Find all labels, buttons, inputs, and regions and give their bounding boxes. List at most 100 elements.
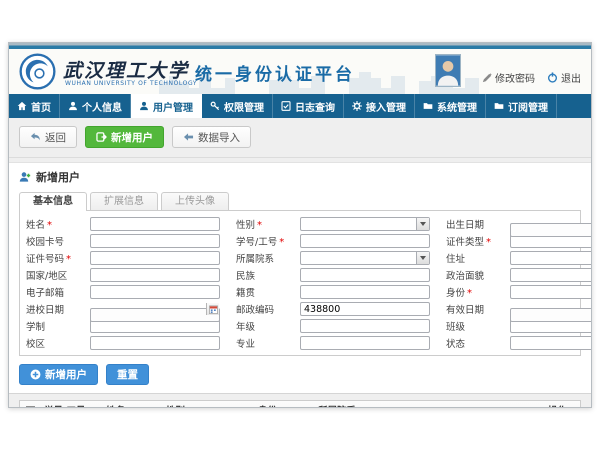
campus-input[interactable] xyxy=(90,336,220,350)
valid-date-field: 有效日期 xyxy=(446,302,592,316)
chevron-down-icon[interactable] xyxy=(416,252,429,264)
field-label: 电子邮箱 xyxy=(26,285,90,299)
tab-extended-info[interactable]: 扩展信息 xyxy=(90,192,158,210)
column-header-operation: 操作 xyxy=(544,401,580,408)
user-icon xyxy=(68,101,78,111)
email-input[interactable] xyxy=(90,285,220,299)
address-field: 住址 xyxy=(446,251,592,265)
basic-info-form: 姓名* 性别* 出生日期 校园卡号 xyxy=(19,210,581,356)
panel-title-text: 新增用户 xyxy=(36,169,80,185)
pencil-icon xyxy=(482,73,492,83)
nav-label: 订阅管理 xyxy=(508,99,548,114)
student-id-input[interactable] xyxy=(300,234,430,248)
nav-label: 首页 xyxy=(31,99,51,114)
user-table: 学号/工号 姓名 性别 身份 所属院系 操作 xyxy=(19,400,581,408)
field-label: 姓名* xyxy=(26,217,90,231)
form-actions: 新增用户 重置 xyxy=(19,364,581,385)
main-nav: 首页 个人信息 用户管理 权限管理 日志查询 接入管理 系统管理 订阅管理 xyxy=(9,94,591,118)
field-label: 校园卡号 xyxy=(26,234,90,248)
field-label: 学号/工号* xyxy=(236,234,300,248)
tab-basic-info[interactable]: 基本信息 xyxy=(19,192,87,211)
content-area: 返回 新增用户 数据导入 新增用户 基本信息 扩展信息 上传头像 xyxy=(9,118,591,408)
postal-code-input[interactable] xyxy=(300,302,430,316)
nav-label: 接入管理 xyxy=(366,99,406,114)
university-name-en: WUHAN UNIVERSITY OF TECHNOLOGY xyxy=(65,80,197,87)
political-status-input[interactable] xyxy=(510,268,592,282)
nav-item-access-management[interactable]: 接入管理 xyxy=(344,94,415,118)
back-arrow-icon xyxy=(30,132,41,142)
nav-label: 日志查询 xyxy=(295,99,335,114)
users-icon xyxy=(139,101,149,111)
nav-item-system-management[interactable]: 系统管理 xyxy=(415,94,486,118)
required-asterisk: * xyxy=(66,254,71,265)
field-label: 所属院系 xyxy=(236,251,300,265)
toolbar: 返回 新增用户 数据导入 xyxy=(9,124,591,158)
major-input[interactable] xyxy=(300,336,430,350)
reset-button[interactable]: 重置 xyxy=(106,364,149,385)
native-place-field: 籍贯 xyxy=(236,285,430,299)
enroll-date-input[interactable] xyxy=(90,308,220,322)
birth-date-field: 出生日期 xyxy=(446,217,592,231)
tab-strip: 基本信息 扩展信息 上传头像 xyxy=(19,192,581,210)
field-label: 校区 xyxy=(26,336,90,350)
logout-label: 退出 xyxy=(561,70,581,85)
chevron-down-icon[interactable] xyxy=(416,218,429,230)
field-label: 班级 xyxy=(446,319,510,333)
required-asterisk: * xyxy=(47,220,52,231)
field-label: 籍贯 xyxy=(236,285,300,299)
header: 武汉理工大学 WUHAN UNIVERSITY OF TECHNOLOGY 统一… xyxy=(9,49,591,94)
required-asterisk: * xyxy=(486,237,491,248)
home-icon xyxy=(17,101,27,111)
identity-input[interactable] xyxy=(510,285,592,299)
nav-label: 系统管理 xyxy=(437,99,477,114)
country-region-field: 国家/地区 xyxy=(26,268,220,282)
nav-item-personal-info[interactable]: 个人信息 xyxy=(60,94,131,118)
panel-title: 新增用户 xyxy=(19,169,581,185)
birth-date-input[interactable] xyxy=(510,223,592,237)
native-place-input[interactable] xyxy=(300,285,430,299)
field-label: 民族 xyxy=(236,268,300,282)
major-field: 专业 xyxy=(236,336,430,350)
address-input[interactable] xyxy=(510,251,592,265)
data-import-button[interactable]: 数据导入 xyxy=(172,126,251,148)
university-logo xyxy=(19,53,56,90)
nav-item-home[interactable]: 首页 xyxy=(9,94,60,118)
country-region-input[interactable] xyxy=(90,268,220,282)
nav-label: 个人信息 xyxy=(82,99,122,114)
nav-item-log-query[interactable]: 日志查询 xyxy=(273,94,344,118)
folder-icon xyxy=(423,101,433,111)
name-input[interactable] xyxy=(90,217,220,231)
status-input[interactable] xyxy=(510,336,592,350)
nav-item-subscription-management[interactable]: 订阅管理 xyxy=(486,94,557,118)
ethnicity-input[interactable] xyxy=(300,268,430,282)
tab-upload-avatar[interactable]: 上传头像 xyxy=(161,192,229,210)
change-password-link[interactable]: 修改密码 xyxy=(482,70,535,85)
field-label: 性别* xyxy=(236,217,300,231)
nav-item-permission-management[interactable]: 权限管理 xyxy=(202,94,273,118)
political-status-field: 政治面貌 xyxy=(446,268,592,282)
back-button[interactable]: 返回 xyxy=(19,126,77,148)
add-user-icon xyxy=(96,132,107,142)
grade-field: 年级 xyxy=(236,319,430,333)
add-user-panel: 新增用户 基本信息 扩展信息 上传头像 姓名* 性别* xyxy=(9,162,591,394)
logout-link[interactable]: 退出 xyxy=(547,70,581,85)
reset-label: 重置 xyxy=(117,367,138,382)
valid-date-input[interactable] xyxy=(510,308,592,322)
submit-add-user-button[interactable]: 新增用户 xyxy=(19,364,98,385)
add-user-toolbar-button[interactable]: 新增用户 xyxy=(85,126,164,148)
id-number-input[interactable] xyxy=(90,251,220,265)
required-asterisk: * xyxy=(279,237,284,248)
gender-field: 性别* xyxy=(236,217,430,231)
gender-select[interactable] xyxy=(300,217,430,231)
user-actions: 修改密码 退出 xyxy=(482,70,581,85)
grade-input[interactable] xyxy=(300,319,430,333)
identity-field: 身份* xyxy=(446,285,592,299)
nav-item-user-management[interactable]: 用户管理 xyxy=(131,94,202,118)
department-select[interactable] xyxy=(300,251,430,265)
calendar-icon[interactable] xyxy=(206,303,219,315)
campus-card-input[interactable] xyxy=(90,234,220,248)
campus-card-field: 校园卡号 xyxy=(26,234,220,248)
change-password-label: 修改密码 xyxy=(495,70,535,85)
select-all-checkbox[interactable] xyxy=(26,406,35,408)
department-field: 所属院系 xyxy=(236,251,430,265)
